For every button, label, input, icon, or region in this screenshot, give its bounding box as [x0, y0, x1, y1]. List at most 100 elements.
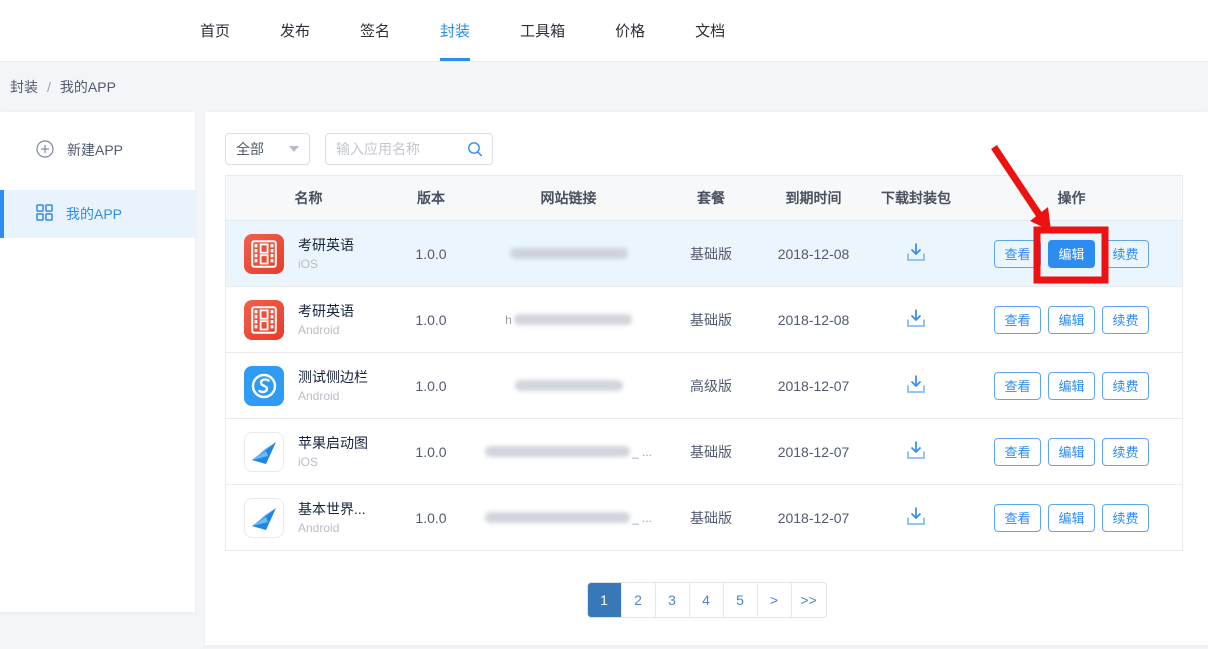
- main-panel: 全部 名称版本网站链接套餐到期时间下载封装包操作考研英语iOS1.0.0基础版2…: [205, 112, 1208, 645]
- url-fragment: _ ...: [632, 511, 652, 525]
- table-header-cell: 网站链接: [471, 188, 666, 208]
- table-header-cell: 套餐: [666, 188, 756, 208]
- renew-button[interactable]: 续费: [1102, 372, 1149, 400]
- edit-button[interactable]: 编辑: [1048, 438, 1095, 466]
- sidebar-item[interactable]: 新建APP: [0, 126, 195, 174]
- renew-button[interactable]: 续费: [1102, 240, 1149, 268]
- search-icon[interactable]: [466, 140, 484, 163]
- download-icon[interactable]: [904, 504, 928, 528]
- app-version: 1.0.0: [391, 246, 471, 262]
- expiry-date: 2018-12-07: [756, 510, 871, 526]
- actions-cell: 查看编辑续费: [961, 306, 1182, 334]
- edit-button[interactable]: 编辑: [1048, 306, 1095, 334]
- table-row: 测试侧边栏Android1.0.0 高级版2018-12-07 查看编辑续费: [226, 352, 1182, 418]
- plan-badge: 基础版: [666, 442, 756, 462]
- view-button[interactable]: 查看: [994, 438, 1041, 466]
- page-button[interactable]: 3: [656, 583, 690, 617]
- app-platform: iOS: [298, 257, 354, 271]
- bird-blue-app-icon: [244, 432, 284, 472]
- category-select[interactable]: 全部: [225, 133, 310, 165]
- film-red-app-icon: [244, 234, 284, 274]
- renew-button[interactable]: 续费: [1102, 438, 1149, 466]
- plan-badge: 高级版: [666, 376, 756, 396]
- website-url-cell: [471, 248, 666, 259]
- expiry-date: 2018-12-08: [756, 246, 871, 262]
- masked-url: [485, 512, 630, 523]
- film-red-app-icon: [244, 300, 284, 340]
- nav-item[interactable]: 发布: [280, 0, 310, 61]
- view-button[interactable]: 查看: [994, 240, 1041, 268]
- top-nav-bar: 首页发布签名封装 工具箱 价格文档: [0, 0, 1208, 62]
- app-name: 苹果启动图: [298, 435, 368, 452]
- table-header-cell: 名称: [226, 188, 391, 208]
- masked-url: [515, 380, 623, 391]
- nav-item[interactable]: 封装: [440, 0, 470, 61]
- table-header-cell: 下载封装包: [871, 188, 961, 208]
- page-button[interactable]: 5: [724, 583, 758, 617]
- sidebar-item-label: 新建APP: [67, 140, 123, 160]
- table-row: 考研英语Android1.0.0h基础版2018-12-08查看编辑续费: [226, 286, 1182, 352]
- nav-item[interactable]: 文档: [695, 0, 725, 61]
- plus-circle-icon: [36, 140, 54, 161]
- app-platform: iOS: [298, 455, 368, 469]
- page-button[interactable]: 4: [690, 583, 724, 617]
- masked-url: [514, 314, 632, 325]
- view-button[interactable]: 查看: [994, 372, 1041, 400]
- table-row: 基本世界...Android1.0.0_ ...基础版2018-12-07查看编…: [226, 484, 1182, 550]
- app-name-cell: 基本世界...Android: [226, 498, 391, 538]
- app-name-cell: 测试侧边栏Android: [226, 366, 391, 406]
- s-blue-app-icon: [244, 366, 284, 406]
- category-select-value: 全部: [236, 139, 264, 159]
- app-version: 1.0.0: [391, 444, 471, 460]
- app-name-cell: 苹果启动图 iOS: [226, 432, 391, 472]
- nav-item[interactable]: 签名: [360, 0, 390, 61]
- table-header-cell: 版本: [391, 188, 471, 208]
- url-fragment: h: [505, 313, 512, 327]
- download-icon[interactable]: [904, 372, 928, 396]
- breadcrumb-separator: /: [47, 79, 51, 95]
- app-version: 1.0.0: [391, 312, 471, 328]
- page-button[interactable]: 2: [622, 583, 656, 617]
- edit-button[interactable]: 编辑: [1048, 504, 1095, 532]
- chevron-down-icon: [289, 146, 299, 152]
- main-nav: 首页发布签名封装 工具箱 价格文档: [200, 0, 725, 61]
- renew-button[interactable]: 续费: [1102, 504, 1149, 532]
- renew-button[interactable]: 续费: [1102, 306, 1149, 334]
- plan-badge: 基础版: [666, 244, 756, 264]
- download-icon[interactable]: [904, 240, 928, 264]
- website-url-cell: h: [471, 313, 666, 327]
- breadcrumb: 封装 / 我的APP: [0, 62, 1208, 112]
- search-box: [325, 133, 493, 165]
- edit-button[interactable]: 编辑: [1048, 240, 1095, 268]
- sidebar-item[interactable]: 我的APP: [0, 190, 195, 238]
- plan-badge: 基础版: [666, 310, 756, 330]
- view-button[interactable]: 查看: [994, 306, 1041, 334]
- nav-item[interactable]: 首页: [200, 0, 230, 61]
- download-icon[interactable]: [904, 306, 928, 330]
- plan-badge: 基础版: [666, 508, 756, 528]
- edit-button[interactable]: 编辑: [1048, 372, 1095, 400]
- table-header-cell: 到期时间: [756, 188, 871, 208]
- nav-item[interactable]: 工具箱: [520, 0, 565, 61]
- actions-cell: 查看编辑续费: [961, 372, 1182, 400]
- expiry-date: 2018-12-07: [756, 378, 871, 394]
- app-name: 测试侧边栏: [298, 369, 368, 386]
- grid-icon: [36, 204, 53, 224]
- app-version: 1.0.0: [391, 378, 471, 394]
- bird-blue-app-icon: [244, 498, 284, 538]
- breadcrumb-root[interactable]: 封装: [10, 77, 38, 97]
- app-platform: Android: [298, 521, 366, 535]
- website-url-cell: [471, 380, 666, 391]
- current-page-button[interactable]: 1: [588, 583, 622, 617]
- next-page-button[interactable]: >: [758, 583, 792, 617]
- last-page-button[interactable]: >>: [792, 583, 826, 617]
- nav-item[interactable]: 价格: [615, 0, 645, 61]
- sidebar: 新建APP 我的APP: [0, 112, 195, 612]
- download-icon[interactable]: [904, 438, 928, 462]
- actions-cell: 查看编辑续费: [961, 504, 1182, 532]
- website-url-cell: _ ...: [471, 445, 666, 459]
- expiry-date: 2018-12-08: [756, 312, 871, 328]
- sidebar-item-label: 我的APP: [66, 204, 122, 224]
- view-button[interactable]: 查看: [994, 504, 1041, 532]
- actions-cell: 查看编辑续费: [961, 240, 1182, 268]
